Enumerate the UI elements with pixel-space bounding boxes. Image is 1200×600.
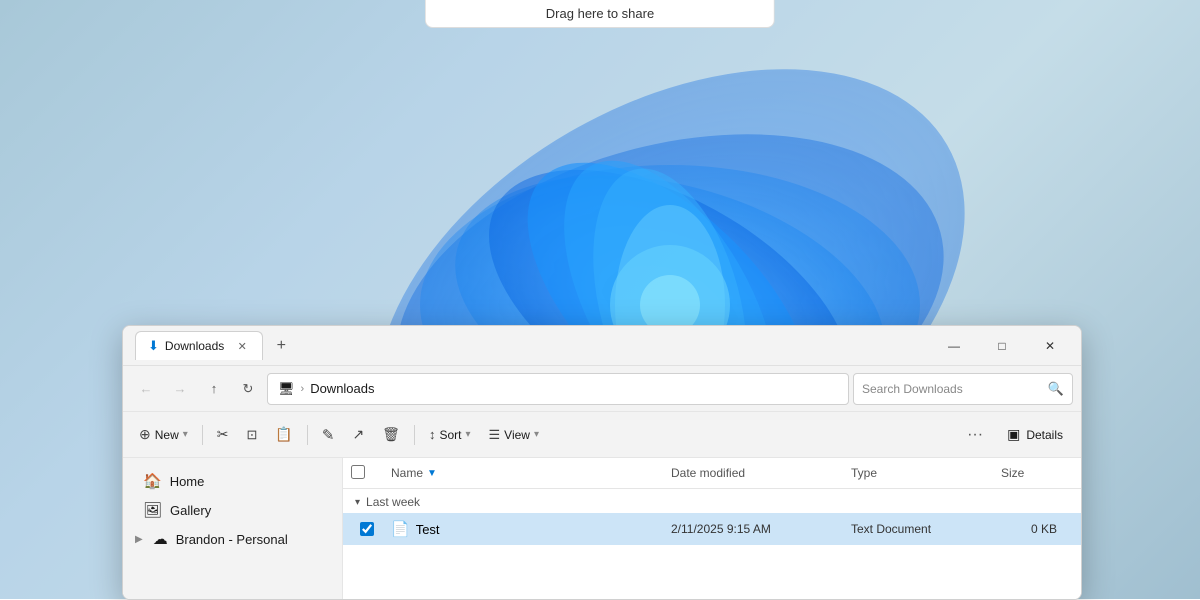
view-label: View [504,428,530,442]
sidebar-item-brandon[interactable]: ▶ ☁ Brandon - Personal [127,525,338,553]
sidebar-item-home-label: Home [170,474,205,489]
address-chevron: › [301,383,305,395]
share-button[interactable]: ↗ [344,419,372,451]
tab-label: Downloads [165,339,224,353]
home-icon: 🏠 [143,472,162,490]
overflow-button[interactable]: ··· [959,419,991,451]
overflow-icon: ··· [967,426,983,444]
rename-button[interactable]: ✎ [314,419,343,451]
table-row[interactable]: 📄 Test 2/11/2025 9:15 AM Text Document 0… [343,513,1081,545]
file-size-cell: 0 KB [993,522,1073,536]
file-list-header: Name ▼ Date modified Type Size [343,458,1081,489]
maximize-button[interactable]: □ [979,330,1025,362]
details-label: Details [1026,428,1063,442]
paste-icon: 📋 [275,426,292,443]
file-date-cell: 2/11/2025 9:15 AM [663,522,843,536]
copy-button[interactable]: ⊡ [239,419,266,451]
file-name-label: Test [416,522,440,537]
share-icon: ↗ [352,426,364,443]
sort-icon: ↕ [429,427,436,442]
group-chevron-icon: ▾ [355,497,360,508]
address-path: Downloads [310,381,374,396]
row-checkbox[interactable] [360,522,374,536]
sort-chevron-icon: ▾ [465,429,470,440]
view-icon: ☰ [489,427,501,443]
toolbar-separator-3 [414,425,415,445]
details-icon: ▣ [1007,426,1020,443]
sort-arrow-icon: ▼ [427,468,437,479]
header-date-modified[interactable]: Date modified [663,462,843,484]
file-explorer-window: ⬇ Downloads ✕ + — □ ✕ ← → ↑ ↻ 🖥 › Downlo… [122,325,1082,600]
header-type[interactable]: Type [843,462,993,484]
refresh-button[interactable]: ↻ [233,374,263,404]
sort-label: Sort [439,428,461,442]
cloud-icon: ☁ [153,530,168,548]
gallery-icon: 🖼 [143,501,162,519]
sidebar: 🏠 Home 🖼 Gallery ▶ ☁ Brandon - Personal [123,458,343,599]
type-column-label: Type [851,466,877,480]
copy-icon: ⊡ [247,427,258,443]
new-label: New [155,428,179,442]
sidebar-item-gallery[interactable]: 🖼 Gallery [127,496,338,524]
file-name-cell: 📄 Test [383,520,663,538]
desktop: Drag here to share ⬇ Downloads ✕ + — □ ✕… [0,0,1200,599]
add-tab-button[interactable]: + [267,332,295,360]
sidebar-item-home[interactable]: 🏠 Home [127,467,338,495]
sidebar-item-gallery-label: Gallery [170,503,211,518]
view-chevron-icon: ▾ [534,429,539,440]
new-chevron-icon: ▾ [183,429,188,440]
close-button[interactable]: ✕ [1027,330,1073,362]
header-name[interactable]: Name ▼ [383,462,663,484]
search-placeholder: Search Downloads [862,382,963,396]
search-box[interactable]: Search Downloads 🔍 [853,373,1073,405]
tab-close-button[interactable]: ✕ [234,338,250,354]
back-button[interactable]: ← [131,374,161,404]
title-bar: ⬇ Downloads ✕ + — □ ✕ [123,326,1081,366]
sidebar-item-brandon-label: Brandon - Personal [176,532,288,547]
search-icon: 🔍 [1048,381,1064,397]
rename-icon: ✎ [322,426,335,444]
header-checkbox-col [351,465,383,482]
expand-icon: ▶ [135,534,143,545]
file-type-value: Text Document [851,522,931,536]
toolbar-separator-1 [202,425,203,445]
toolbar-separator-2 [307,425,308,445]
row-checkbox-cell [351,522,383,536]
group-label: Last week [366,495,420,509]
file-list: Name ▼ Date modified Type Size ▾ [343,458,1081,599]
new-icon: ⊕ [139,426,151,443]
file-type-icon: 📄 [391,520,410,538]
view-button[interactable]: ☰ View ▾ [481,419,547,451]
file-date-value: 2/11/2025 9:15 AM [671,522,771,536]
name-column-label: Name [391,466,423,480]
cut-icon: ✂ [217,426,229,443]
share-bar-text: Drag here to share [546,6,654,21]
file-type-cell: Text Document [843,522,993,536]
this-pc-icon: 🖥 [278,381,295,397]
up-button[interactable]: ↑ [199,374,229,404]
delete-button[interactable]: 🗑 [374,419,408,451]
delete-icon: 🗑 [382,426,400,443]
forward-button[interactable]: → [165,374,195,404]
date-modified-column-label: Date modified [671,466,745,480]
header-size[interactable]: Size [993,462,1073,484]
navigation-bar: ← → ↑ ↻ 🖥 › Downloads Search Downloads 🔍 [123,366,1081,412]
content-area: 🏠 Home 🖼 Gallery ▶ ☁ Brandon - Personal [123,458,1081,599]
new-button[interactable]: ⊕ New ▾ [131,419,196,451]
window-controls: — □ ✕ [931,330,1073,362]
downloads-tab-icon: ⬇ [148,338,159,354]
select-all-checkbox[interactable] [351,465,365,479]
paste-button[interactable]: 📋 [267,419,300,451]
group-last-week[interactable]: ▾ Last week [343,489,1081,513]
address-bar[interactable]: 🖥 › Downloads [267,373,849,405]
cut-button[interactable]: ✂ [209,419,237,451]
share-bar: Drag here to share [425,0,775,28]
details-button[interactable]: ▣ Details [997,419,1073,451]
tab-downloads[interactable]: ⬇ Downloads ✕ [135,331,263,360]
minimize-button[interactable]: — [931,330,977,362]
sort-button[interactable]: ↕ Sort ▾ [421,419,479,451]
file-size-value: 0 KB [1031,522,1057,536]
toolbar: ⊕ New ▾ ✂ ⊡ 📋 ✎ ↗ 🗑 [123,412,1081,458]
size-column-label: Size [1001,466,1024,480]
